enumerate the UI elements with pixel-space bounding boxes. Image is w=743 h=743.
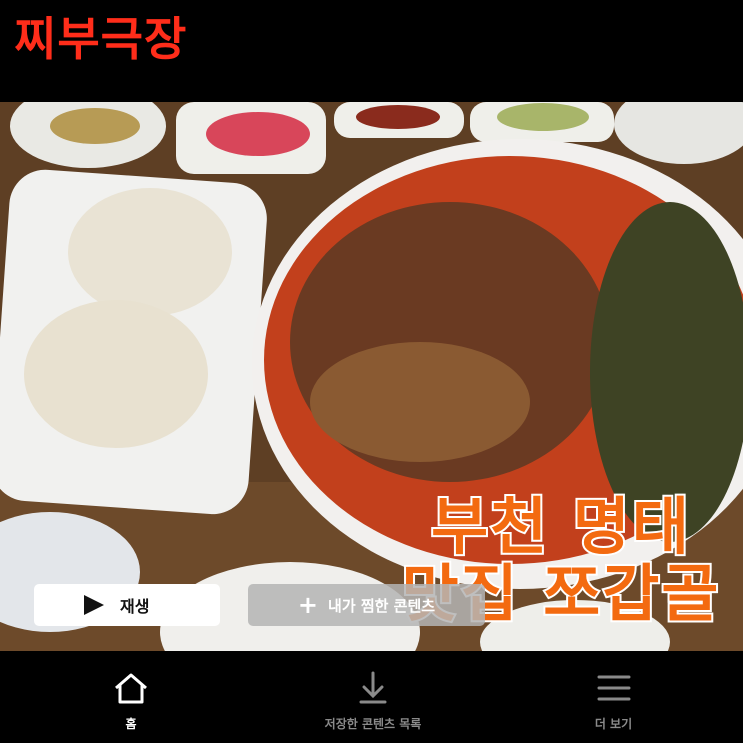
app-header: 찌부극장	[0, 0, 743, 102]
nav-label-home: 홈	[125, 717, 137, 731]
hero-banner[interactable]: 부천 명태 맛집 쪼갑골	[0, 102, 743, 651]
brand-logo[interactable]: 찌부극장	[14, 16, 187, 62]
nav-item-home[interactable]: 홈	[0, 651, 262, 743]
nav-label-more: 더 보기	[594, 717, 633, 731]
download-icon	[358, 669, 388, 707]
play-icon	[84, 595, 104, 615]
nav-label-saved: 저장한 콘텐츠 목록	[324, 717, 422, 731]
play-label: 재생	[120, 597, 150, 616]
plus-icon: +	[297, 591, 319, 619]
menu-icon	[597, 669, 631, 707]
nav-item-saved[interactable]: 저장한 콘텐츠 목록	[262, 651, 484, 743]
favorites-label: 내가 찜한 콘텐츠	[328, 596, 436, 615]
play-button[interactable]: 재생	[34, 584, 220, 626]
home-icon	[113, 669, 149, 707]
hero-title-line1: 부천 명태	[429, 490, 691, 563]
nav-item-more[interactable]: 더 보기	[484, 651, 743, 743]
add-to-favorites-button[interactable]: + 내가 찜한 콘텐츠	[248, 584, 485, 626]
bottom-nav: 홈 저장한 콘텐츠 목록 더 보기	[0, 651, 743, 743]
